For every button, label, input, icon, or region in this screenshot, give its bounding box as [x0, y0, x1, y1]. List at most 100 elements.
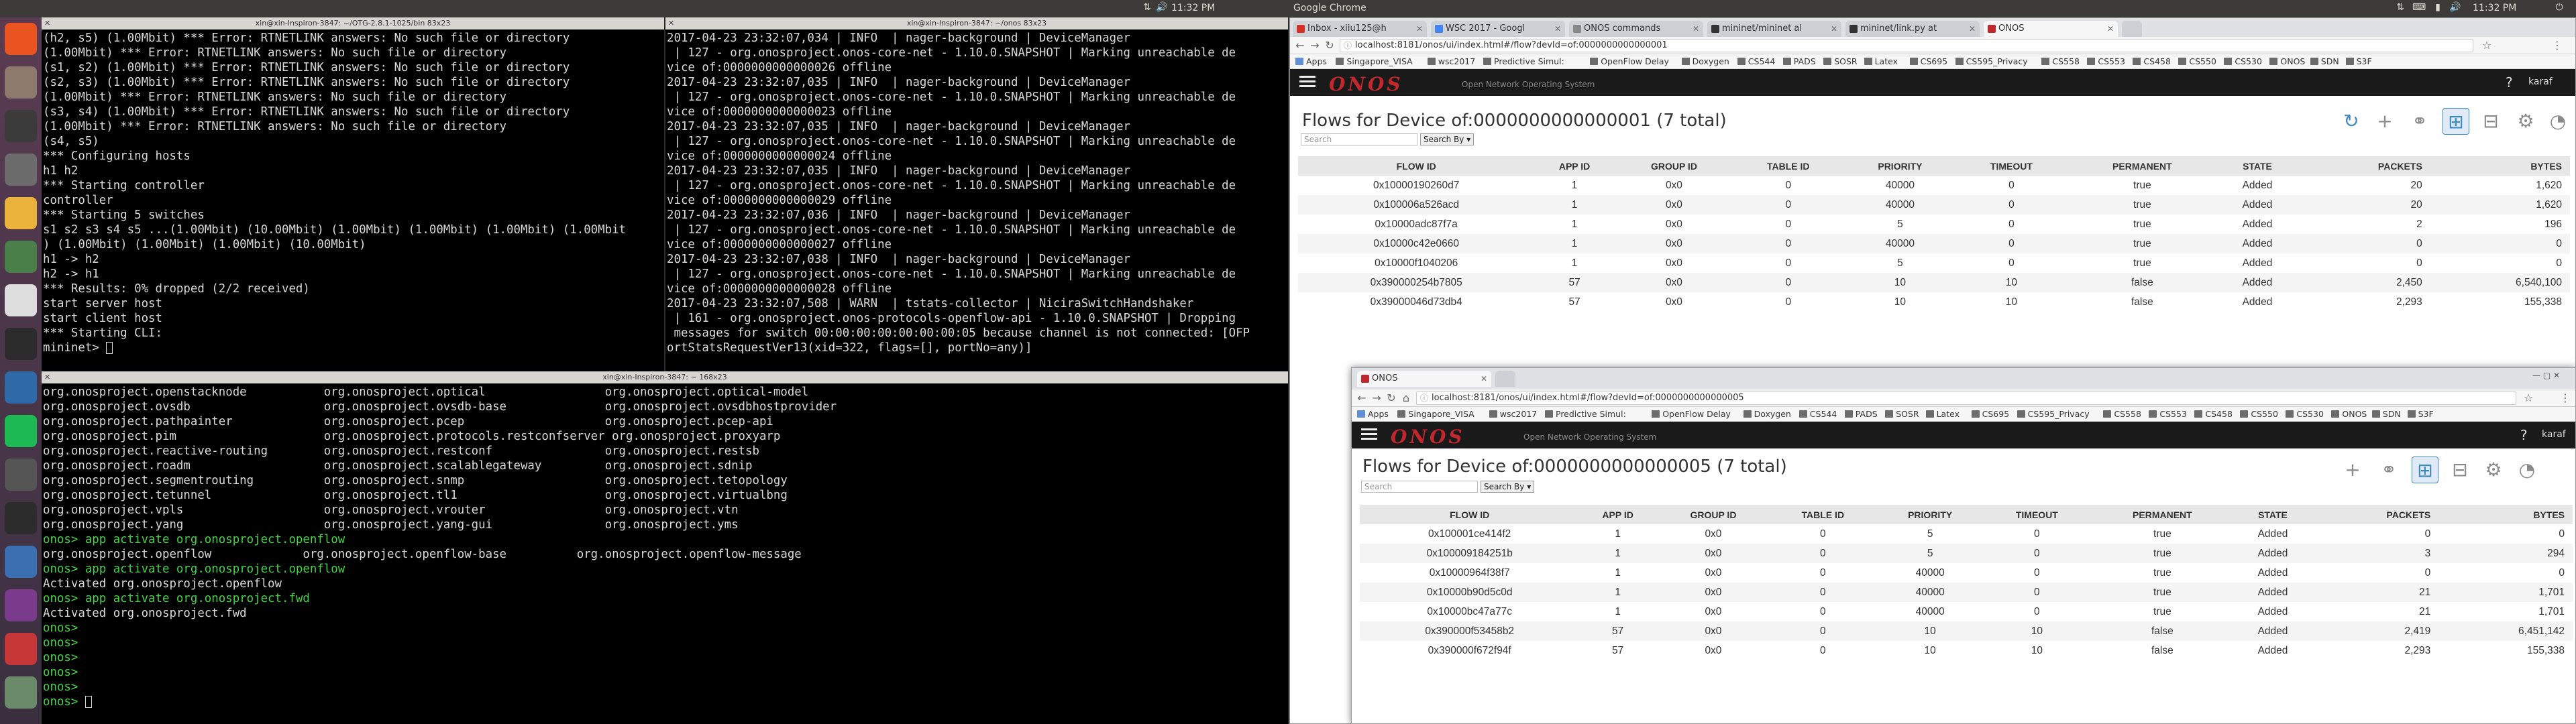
bookmark-item[interactable]: Singapore_VISA — [1336, 56, 1413, 67]
bookmark-item[interactable]: CS695 — [1971, 409, 2009, 420]
column-header[interactable]: GROUP ID — [1656, 505, 1770, 524]
menu-icon[interactable]: ⋮ — [2551, 39, 2563, 52]
bookmark-item[interactable]: wsc2017 — [1427, 56, 1475, 67]
column-header[interactable]: TABLE ID — [1733, 156, 1843, 176]
star-icon[interactable]: ☆ — [2522, 391, 2534, 405]
bookmark-item[interactable]: CS458 — [2194, 409, 2233, 420]
new-tab-button[interactable] — [2122, 21, 2142, 37]
menu-icon[interactable]: ⋮ — [2559, 391, 2571, 405]
user-menu[interactable]: karaf — [2528, 76, 2553, 87]
column-header[interactable]: TABLE ID — [1770, 505, 1876, 524]
flows-view-icon[interactable]: ⊞ — [2412, 457, 2438, 483]
bookmark-item[interactable]: CS695 — [1909, 56, 1947, 67]
column-header[interactable]: BYTES — [2430, 156, 2570, 176]
back-icon[interactable]: ← — [1356, 391, 1368, 405]
search-by-select[interactable]: Search By ▾ — [1420, 133, 1474, 145]
meters-view-icon[interactable]: ◔ — [2514, 457, 2540, 483]
url-input[interactable]: ⓘ localhost:8181/onos/ui/index.html#/flow… — [1416, 391, 2516, 405]
close-tab-icon[interactable]: ✕ — [2107, 21, 2114, 37]
bookmark-item[interactable]: Latex — [1864, 56, 1898, 67]
bookmark-item[interactable]: CS530 — [2286, 409, 2324, 420]
forward-icon[interactable]: → — [1371, 391, 1383, 405]
table-row[interactable]: 0x10000bc47a77c 1 0x0 0 40000 0 true Added 21 1,7… — [1360, 602, 2573, 621]
terminal-titlebar[interactable]: ✕ xin@xin-Inspiron-3847: ~/onos 83x23 — [665, 17, 1288, 29]
refresh-icon[interactable]: ↻ — [2338, 108, 2365, 135]
column-header[interactable]: FLOW ID — [1298, 156, 1535, 176]
bookmark-item[interactable]: S3F — [2345, 56, 2372, 67]
column-header[interactable]: APP ID — [1579, 505, 1656, 524]
column-header[interactable]: TIMEOUT — [1957, 156, 2066, 176]
topology-icon[interactable]: ⚭ — [2406, 108, 2433, 135]
browser-tab[interactable]: ONOS ✕ — [1984, 21, 2118, 37]
url-input[interactable]: ⓘ localhost:8181/onos/ui/index.html#/flow… — [1340, 39, 2473, 52]
close-tab-icon[interactable]: ✕ — [1481, 371, 1487, 387]
column-header[interactable]: APP ID — [1534, 156, 1615, 176]
editor-icon[interactable] — [5, 241, 37, 273]
shotwell-icon[interactable] — [5, 589, 37, 621]
terminal-icon[interactable] — [5, 328, 37, 360]
browser-tab[interactable]: mininet/mininet al ✕ — [1707, 21, 1841, 37]
hamburger-menu-icon[interactable] — [1299, 76, 1316, 88]
terminal-titlebar[interactable]: ✕ xin@xin-Inspiron-3847: ~/OTG-2.8.1-1025… — [42, 17, 664, 29]
bookmark-item[interactable]: wsc2017 — [1489, 409, 1537, 420]
close-tab-icon[interactable]: ✕ — [1554, 21, 1561, 37]
bookmark-item[interactable]: Apps — [1295, 56, 1327, 67]
close-icon[interactable]: ✕ — [44, 17, 50, 29]
new-tab-button[interactable] — [1495, 371, 1515, 387]
browser-tab[interactable]: ONOS commands ✕ — [1569, 21, 1703, 37]
bookmark-item[interactable]: SDN — [2371, 409, 2401, 420]
column-header[interactable]: PERMANENT — [2065, 156, 2219, 176]
keyboard-icon[interactable]: ⌨ — [2412, 2, 2426, 14]
page-info-icon[interactable]: ⓘ — [1344, 40, 1352, 52]
bookmark-item[interactable]: Predictive Simul: — [1483, 56, 1564, 67]
close-tab-icon[interactable]: ✕ — [1693, 21, 1699, 37]
help-icon[interactable]: ? — [2506, 74, 2513, 90]
settings-icon[interactable] — [5, 154, 37, 186]
bookmark-item[interactable]: CS530 — [2224, 56, 2262, 67]
browser-tab[interactable]: WSC 2017 - Googl ✕ — [1431, 21, 1565, 37]
back-icon[interactable]: ← — [1294, 39, 1306, 52]
column-header[interactable]: STATE — [2235, 505, 2310, 524]
star-icon[interactable]: ☆ — [2481, 39, 2493, 52]
tex-icon[interactable] — [5, 284, 37, 316]
table-row[interactable]: 0x10000190260d7 1 0x0 0 40000 0 true Added 20 1,6… — [1298, 176, 2570, 195]
bookmark-item[interactable]: SOSR — [1823, 56, 1858, 67]
bookmark-item[interactable]: S3F — [2407, 409, 2434, 420]
monitor-icon[interactable] — [5, 371, 37, 404]
bookmark-item[interactable]: CS595_Privacy — [1955, 56, 2028, 67]
close-icon[interactable]: ✕ — [44, 371, 50, 383]
dash-icon[interactable] — [5, 110, 37, 142]
bookmark-item[interactable]: ONOS — [2331, 409, 2367, 420]
close-tab-icon[interactable]: ✕ — [1831, 21, 1837, 37]
bookmark-item[interactable]: CS553 — [2087, 56, 2125, 67]
topology-icon[interactable]: ⚭ — [2375, 457, 2402, 483]
hamburger-menu-icon[interactable] — [1361, 428, 1377, 440]
search-by-select[interactable]: Search By ▾ — [1481, 481, 1535, 493]
bookmark-item[interactable]: Doxygen — [1681, 56, 1729, 67]
arrows-icon[interactable]: ⇅ — [2394, 2, 2407, 14]
search-input[interactable]: Search — [1301, 133, 1417, 145]
table-row[interactable]: 0x100009184251b 1 0x0 0 5 0 true Added 3 294 — [1360, 544, 2573, 563]
vbox-icon[interactable] — [5, 546, 37, 578]
ports-view-icon[interactable]: ⊟ — [2447, 457, 2473, 483]
column-header[interactable]: PACKETS — [2296, 156, 2430, 176]
help-icon[interactable]: ? — [2520, 427, 2528, 443]
bookmark-item[interactable]: PADS — [1844, 409, 1878, 420]
column-header[interactable]: PACKETS — [2310, 505, 2439, 524]
table-row[interactable]: 0x390000f672f94f 57 0x0 0 10 10 false Added 2,29… — [1360, 641, 2573, 660]
window-controls[interactable]: — ▢ ✕ — [2532, 371, 2560, 380]
bookmark-item[interactable]: Singapore_VISA — [1397, 409, 1474, 420]
spotify-icon[interactable] — [5, 415, 37, 447]
trash-icon[interactable] — [5, 676, 37, 709]
bookmark-item[interactable]: OpenFlow Delay — [1590, 56, 1669, 67]
close-tab-icon[interactable]: ✕ — [1969, 21, 1976, 37]
column-header[interactable]: GROUP ID — [1614, 156, 1734, 176]
add-flow-icon[interactable]: + — [2371, 108, 2398, 135]
column-header[interactable]: TIMEOUT — [1984, 505, 2090, 524]
forward-icon[interactable]: → — [1309, 39, 1321, 52]
column-header[interactable]: PRIORITY — [1875, 505, 1985, 524]
column-header[interactable]: PERMANENT — [2089, 505, 2236, 524]
ports-view-icon[interactable]: ⊟ — [2477, 108, 2504, 135]
close-tab-icon[interactable]: ✕ — [1416, 21, 1423, 37]
reload-icon[interactable]: ↻ — [1385, 391, 1397, 405]
